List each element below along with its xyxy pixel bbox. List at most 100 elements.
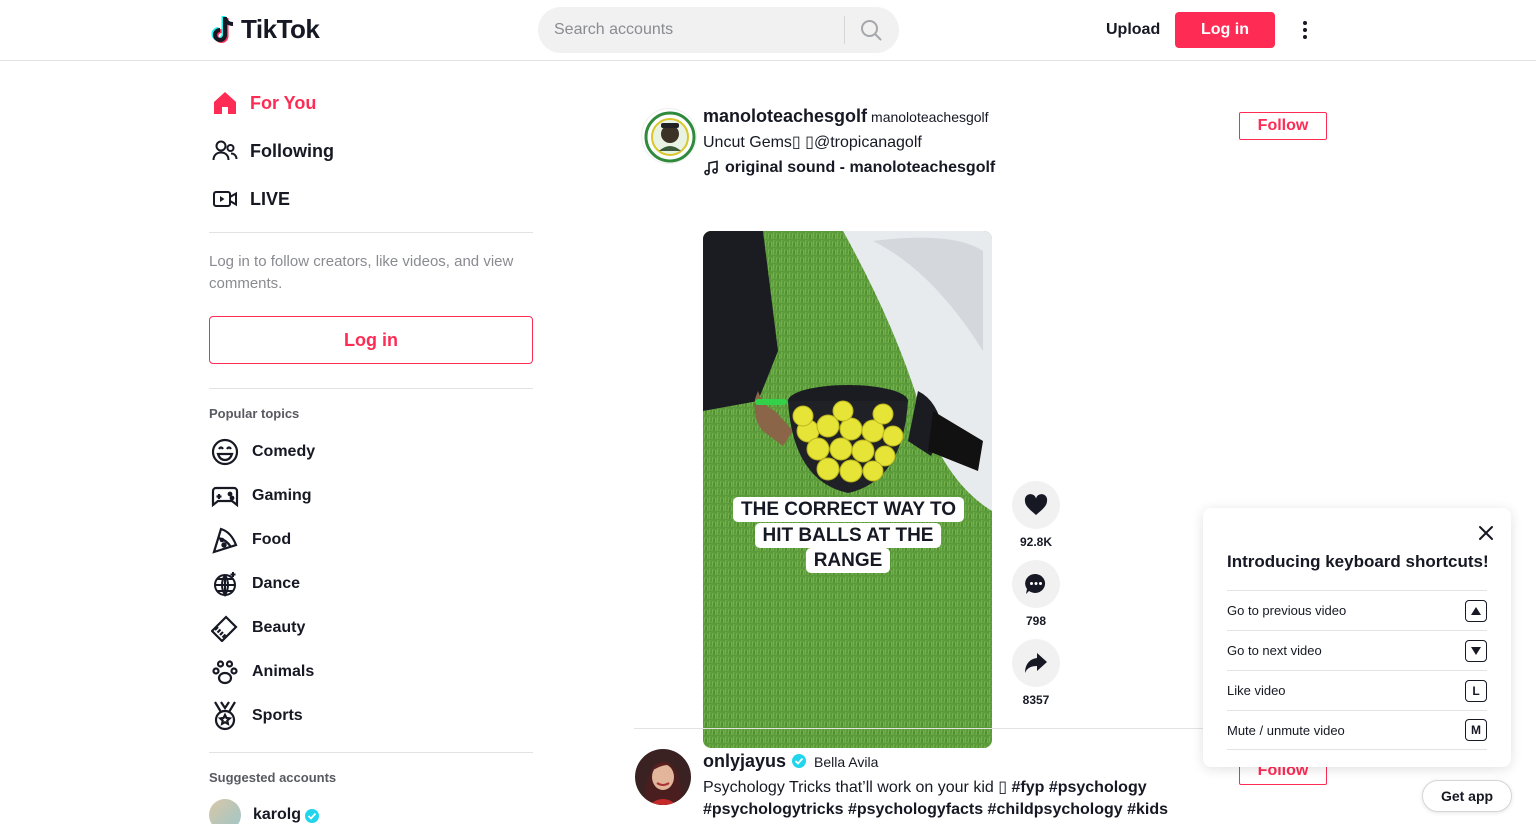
comment-icon [1025, 573, 1046, 594]
search-input[interactable] [538, 7, 844, 53]
suggested-account-name: karolg [253, 806, 302, 823]
popular-topics-title: Popular topics [209, 406, 300, 421]
post-music[interactable]: original sound - manoloteachesgolf [703, 159, 995, 177]
topic-sports[interactable]: Sports [209, 696, 533, 736]
nav-item-label: Following [250, 140, 334, 161]
like-count: 92.8K [1019, 535, 1053, 549]
medal-icon [210, 701, 240, 731]
video-thumbnail [703, 231, 992, 748]
close-button[interactable] [1477, 524, 1495, 542]
home-icon [212, 90, 238, 116]
smile-icon [210, 437, 240, 467]
shortcut-row: Go to next video [1227, 630, 1487, 670]
avatar[interactable] [635, 749, 691, 805]
shortcut-row: Go to previous video [1227, 590, 1487, 630]
topic-gaming[interactable]: Gaming [209, 476, 533, 516]
topic-animals[interactable]: Animals [209, 652, 533, 692]
nav-item-for-you[interactable]: For You [209, 79, 533, 127]
comment-action[interactable]: 798 [1012, 560, 1060, 628]
caption-text: Psychology Tricks that’ll work on your k… [703, 779, 1012, 796]
share-arrow-icon [1025, 653, 1047, 673]
topic-label: Animals [252, 663, 315, 680]
topic-label: Beauty [252, 619, 306, 636]
post-author[interactable]: onlyjayus Bella Avila [703, 751, 878, 772]
share-button[interactable] [1012, 639, 1060, 687]
avatar [209, 799, 241, 824]
nav-item-label: For You [250, 92, 317, 113]
comb-icon [210, 613, 240, 643]
author-username[interactable]: manoloteachesgolf [703, 106, 867, 127]
topic-label: Gaming [252, 487, 312, 504]
author-nickname: Bella Avila [814, 754, 879, 770]
music-note-icon [704, 160, 718, 176]
paw-icon [210, 657, 240, 687]
suggested-accounts-title: Suggested accounts [209, 770, 337, 785]
vertical-dots-icon [1303, 21, 1307, 39]
topic-food[interactable]: Food [209, 520, 533, 560]
author-nickname: manoloteachesgolf [871, 109, 989, 125]
get-app-button[interactable]: Get app [1422, 780, 1512, 812]
topic-beauty[interactable]: Beauty [209, 608, 533, 648]
topic-comedy[interactable]: Comedy [209, 432, 533, 472]
caption-hashtags[interactable]: #fyp #psychology [1011, 779, 1146, 796]
gamepad-icon [210, 481, 240, 511]
more-menu-button[interactable] [1294, 16, 1316, 44]
tiktok-logo[interactable]: TikTok [211, 14, 320, 45]
nav-item-following[interactable]: Following [209, 127, 533, 175]
search-icon [861, 20, 882, 41]
nav-item-live[interactable]: LIVE [209, 175, 533, 223]
heart-icon [1024, 494, 1048, 515]
post-author[interactable]: manoloteachesgolf manoloteachesgolf [703, 106, 989, 127]
follow-button[interactable]: Follow [1239, 112, 1327, 140]
caption-hashtags[interactable]: #psychologytricks #psychologyfacts #chil… [703, 801, 1168, 824]
logo-text: TikTok [241, 14, 320, 44]
upload-button[interactable]: Upload [1096, 12, 1170, 48]
avatar[interactable] [641, 108, 697, 164]
topic-dance[interactable]: Dance [209, 564, 533, 604]
share-action[interactable]: 8357 [1012, 639, 1060, 707]
header-login-button[interactable]: Log in [1175, 12, 1275, 48]
comment-button[interactable] [1012, 560, 1060, 608]
topic-label: Comedy [252, 443, 316, 460]
shortcut-label: Go to next video [1227, 643, 1322, 658]
live-icon [212, 186, 238, 212]
shortcut-key: M [1465, 719, 1487, 741]
like-action[interactable]: 92.8K [1012, 481, 1060, 549]
search-bar [538, 7, 899, 53]
post-caption: Psychology Tricks that’ll work on your k… [703, 777, 1223, 824]
sidebar-login-button[interactable]: Log in [209, 316, 533, 364]
verified-badge-icon [792, 754, 807, 768]
close-icon [1479, 526, 1493, 540]
pizza-icon [210, 525, 240, 555]
sidebar-divider [209, 752, 533, 753]
sidebar-divider [209, 388, 533, 389]
post-caption: Uncut Gems▯ ▯@tropicanagolf [703, 134, 922, 151]
topic-label: Sports [252, 707, 303, 724]
keyboard-shortcuts-popup: Introducing keyboard shortcuts! Go to pr… [1203, 508, 1511, 767]
shortcut-label: Like video [1227, 683, 1286, 698]
verified-badge-icon [305, 809, 320, 823]
disco-ball-icon [210, 569, 240, 599]
search-button[interactable] [845, 7, 897, 53]
login-hint-text: Log in to follow creators, like videos, … [209, 253, 514, 292]
arrow-down-key-icon [1465, 639, 1487, 662]
topic-label: Food [252, 531, 292, 548]
topic-label: Dance [252, 575, 301, 592]
sidebar: For You Following LIVE Log in to follow … [209, 61, 533, 824]
tiktok-logo-icon [211, 15, 234, 43]
author-username[interactable]: onlyjayus [703, 751, 786, 772]
arrow-up-key-icon [1465, 599, 1487, 622]
shortcut-row: Like video L [1227, 670, 1487, 710]
video-overlay-text: THE CORRECT WAY TO HIT BALLS AT THE RANG… [733, 497, 965, 574]
shortcuts-title: Introducing keyboard shortcuts! [1227, 552, 1489, 571]
top-header: TikTok Upload Log in [0, 0, 1536, 61]
video-player[interactable]: THE CORRECT WAY TO HIT BALLS AT THE RANG… [703, 231, 992, 748]
suggested-account-karolg[interactable]: karolg [209, 799, 320, 824]
nav-item-label: LIVE [250, 188, 291, 209]
sidebar-divider [209, 232, 533, 233]
shortcut-row: Mute / unmute video M [1227, 710, 1487, 750]
like-button[interactable] [1012, 481, 1060, 529]
shortcut-label: Mute / unmute video [1227, 722, 1345, 738]
share-count: 8357 [1022, 693, 1050, 707]
shortcut-label: Go to previous video [1227, 603, 1347, 618]
